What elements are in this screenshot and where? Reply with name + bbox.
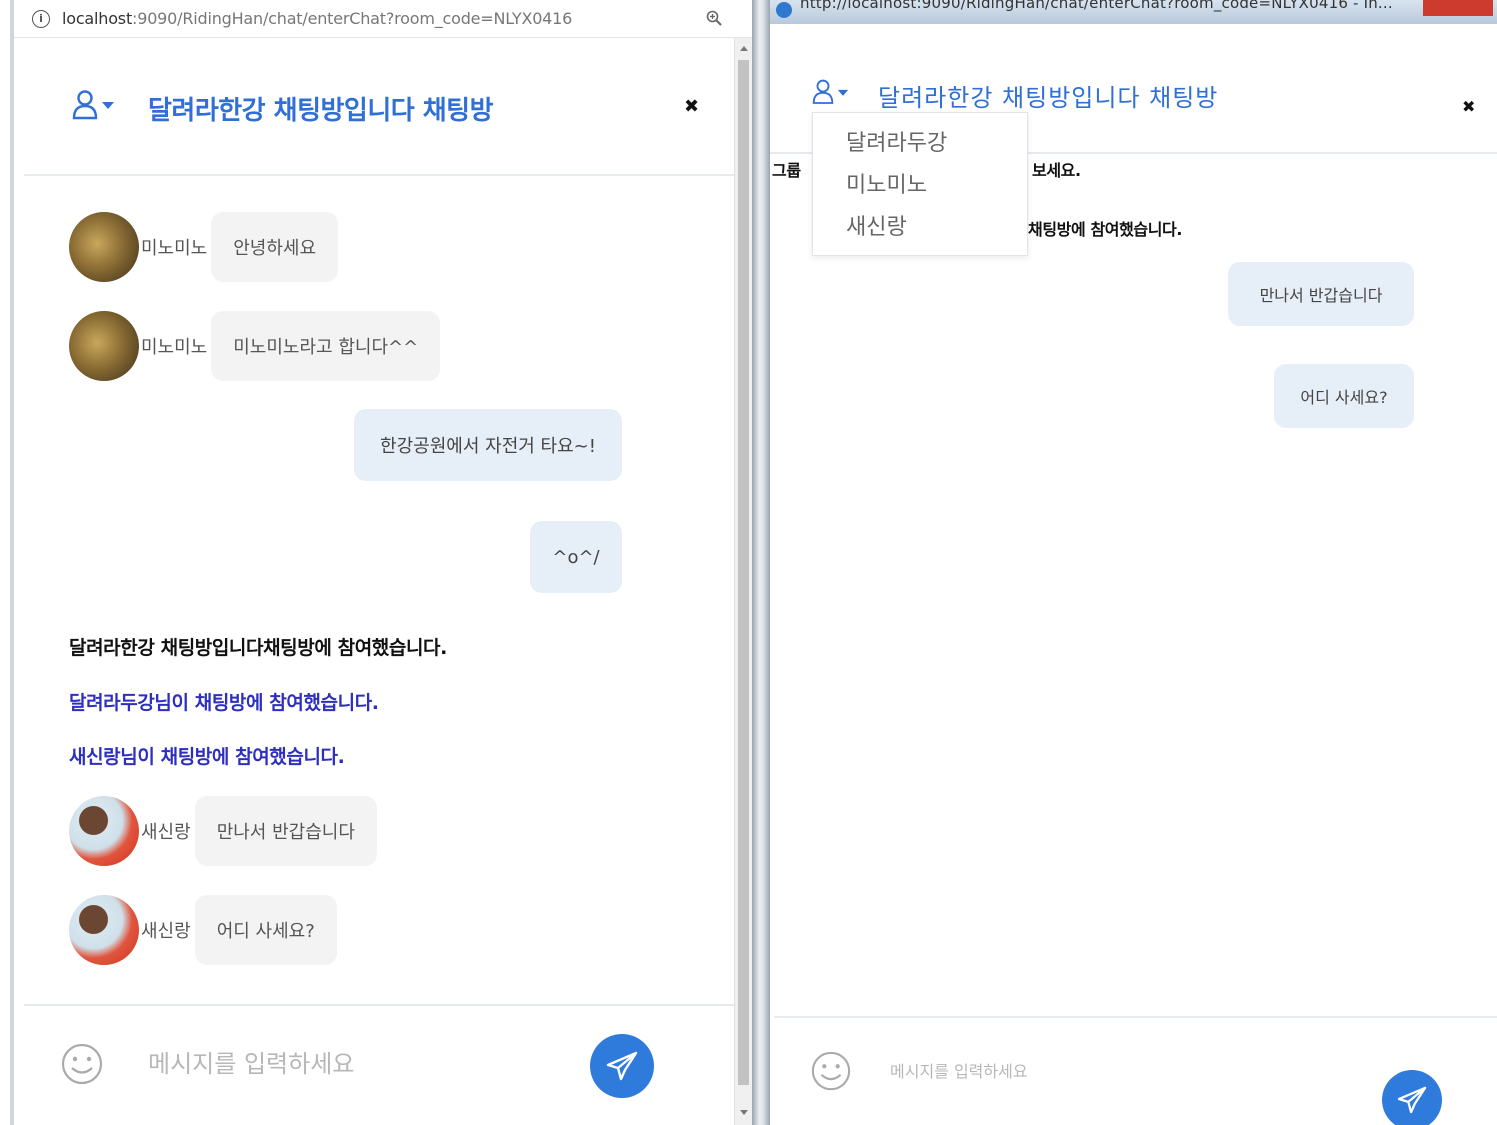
sender-name: 새신랑 [141,921,191,942]
paper-plane-icon [1397,1086,1427,1114]
message-row: 미노미노 안녕하세요 [69,212,339,282]
my-message-bubble: 한강공원에서 자전거 타요~! [354,409,622,481]
message-bubble: 만나서 반갑습니다 [194,796,377,866]
zoom-icon[interactable] [706,10,722,26]
message-input[interactable] [148,1044,548,1084]
footer-divider [24,1004,734,1006]
message-bubble: 미노미노라고 합니다^^ [211,311,441,381]
chat-header: 달려라한강 채팅방입니다 채팅방 ✖ [24,38,734,176]
chat-title: 달려라한강 채팅방입니다 채팅방 [878,84,1219,112]
message-row: 새신랑 어디 사세요? [69,895,337,965]
close-button[interactable]: ✖ [684,96,699,117]
ie-icon [776,2,792,18]
footer-divider [774,1016,1497,1018]
message-input[interactable] [890,1058,1190,1084]
system-message: 달려라두강님이 채팅방에 참여했습니다. [69,692,379,714]
sender-name: 미노미노 [141,238,208,259]
message-bubble: 어디 사세요? [194,895,337,965]
system-message: 새신랑님이 채팅방에 참여했습니다. [69,746,345,768]
my-message-bubble: 어디 사세요? [1274,364,1414,428]
address-bar[interactable]: i localhost:9090/RidingHan/chat/enterCha… [14,0,752,38]
scroll-up-arrow[interactable] [740,46,748,51]
avatar[interactable] [69,796,139,866]
smile-icon[interactable] [810,1050,852,1092]
chat-title: 달려라한강 채팅방입니다 채팅방 [148,96,493,126]
address-bar[interactable]: http://localhost:9090/RidingHan/chat/ent… [770,0,1497,24]
user-icon [812,79,834,104]
members-menu-button[interactable] [812,78,849,106]
system-message: 달려라한강 채팅방입니다채팅방에 참여했습니다. [69,637,447,659]
close-window-button[interactable] [1423,0,1493,16]
system-message-partial: 보세요. [1032,161,1081,180]
screen: i localhost:9090/RidingHan/chat/enterCha… [0,0,1497,1125]
user-icon [72,90,98,120]
avatar[interactable] [69,311,139,381]
send-button[interactable] [590,1034,654,1098]
dropdown-item-member[interactable]: 미노미노 [846,167,927,199]
left-chat-window: i localhost:9090/RidingHan/chat/enterCha… [10,0,752,1125]
my-message-bubble: ^o^/ [530,521,622,593]
paper-plane-icon [606,1051,638,1081]
members-menu-button[interactable] [72,90,115,120]
scrollbar-thumb[interactable] [738,60,749,1085]
my-message-bubble: 만나서 반갑습니다 [1228,262,1414,326]
message-row: 새신랑 만나서 반갑습니다 [69,796,377,866]
caret-down-icon [102,102,114,109]
dropdown-item-member[interactable]: 달려라두강 [846,125,947,157]
close-button[interactable]: ✖ [1462,97,1475,116]
dropdown-item-member[interactable]: 새신랑 [846,209,907,241]
members-dropdown: 달려라두강 미노미노 새신랑 [812,112,1028,256]
caret-down-icon [837,89,849,96]
scrollbar[interactable] [734,38,752,1125]
info-icon[interactable]: i [32,9,50,28]
sender-name: 미노미노 [141,337,208,358]
scroll-down-arrow[interactable] [740,1110,748,1115]
send-button[interactable] [1382,1070,1442,1125]
message-row: 미노미노 미노미노라고 합니다^^ [69,311,441,381]
url-text[interactable]: localhost:9090/RidingHan/chat/enterChat?… [62,9,572,28]
window-divider [752,0,770,1125]
avatar[interactable] [69,895,139,965]
system-message-partial: 채팅방에 참여했습니다. [1028,220,1183,239]
sender-name: 새신랑 [141,822,191,843]
url-text[interactable]: http://localhost:9090/RidingHan/chat/ent… [800,0,1393,12]
system-message-partial: 그룹 [772,161,801,180]
message-bubble: 안녕하세요 [211,212,339,282]
avatar[interactable] [69,212,139,282]
smile-icon[interactable] [60,1042,104,1086]
